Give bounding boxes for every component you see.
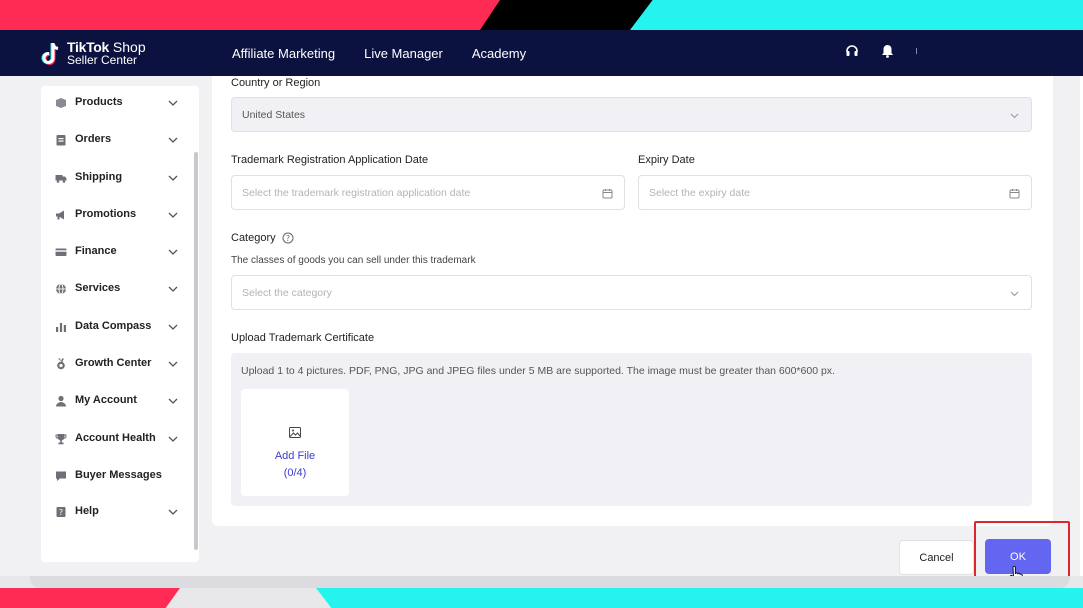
expiry-date-label: Expiry Date — [638, 154, 695, 166]
chevron-down-icon — [168, 137, 178, 143]
sidebar-item-label: Help — [75, 505, 99, 517]
window-bottom-edge — [30, 576, 1070, 588]
sidebar-item-label: Products — [75, 96, 123, 108]
help-circle-icon[interactable]: ? — [282, 232, 294, 244]
sidebar-item-shipping[interactable]: Shipping — [41, 166, 199, 190]
sidebar-item-growth-center[interactable]: Growth Center — [41, 352, 199, 376]
cancel-button[interactable]: Cancel — [899, 540, 974, 575]
upload-area: Upload 1 to 4 pictures. PDF, PNG, JPG an… — [231, 353, 1032, 506]
chevron-down-icon — [168, 509, 178, 515]
chevron-down-icon — [168, 324, 178, 330]
trophy-icon — [55, 434, 67, 445]
app-header: TikTok Shop Seller Center Affiliate Mark… — [0, 30, 1083, 76]
sidebar-item-label: Finance — [75, 245, 117, 257]
category-hint: The classes of goods you can sell under … — [231, 255, 476, 266]
logo-subtitle: Seller Center — [67, 53, 138, 67]
band-cyan-stripe — [316, 588, 1083, 608]
country-select[interactable]: United States — [231, 97, 1032, 132]
sidebar-item-label: My Account — [75, 394, 137, 406]
chevron-down-icon — [168, 249, 178, 255]
truck-icon — [55, 175, 67, 183]
sidebar-item-buyer-messages[interactable]: Buyer Messages — [41, 464, 199, 488]
sidebar-item-label: Data Compass — [75, 320, 152, 332]
expiry-date-picker[interactable]: Select the expiry date — [638, 175, 1032, 210]
sidebar-item-products[interactable]: Products — [41, 91, 199, 115]
chevron-down-icon — [168, 436, 178, 442]
nav-academy[interactable]: Academy — [472, 46, 526, 61]
nav-affiliate-marketing[interactable]: Affiliate Marketing — [232, 46, 335, 61]
sidebar-item-finance[interactable]: Finance — [41, 240, 199, 264]
registration-date-label: Trademark Registration Application Date — [231, 154, 429, 166]
chevron-down-icon — [1010, 291, 1019, 297]
sidebar: Products Orders Shipping Promotions Fina… — [41, 86, 199, 562]
category-select[interactable]: Select the category — [231, 275, 1032, 310]
sidebar-item-promotions[interactable]: Promotions — [41, 203, 199, 227]
svg-text:?: ? — [59, 508, 63, 517]
chevron-down-icon — [168, 175, 178, 181]
expiry-date-placeholder: Select the expiry date — [649, 187, 750, 199]
top-nav: Affiliate Marketing Live Manager Academy — [232, 30, 526, 76]
help-book-icon: ? — [56, 507, 66, 517]
svg-text:?: ? — [286, 234, 290, 243]
add-file-button[interactable]: Add File (0/4) — [241, 389, 349, 496]
chevron-down-icon — [1010, 113, 1019, 119]
category-placeholder: Select the category — [242, 287, 332, 299]
sidebar-item-label: Account Health — [75, 432, 156, 444]
headset-icon[interactable] — [845, 44, 859, 58]
chevron-down-icon — [168, 286, 178, 292]
sidebar-item-label: Services — [75, 282, 121, 294]
image-icon — [289, 427, 301, 438]
calendar-icon — [602, 189, 613, 199]
upload-certificate-label: Upload Trademark Certificate — [231, 332, 375, 344]
chevron-down-icon — [168, 212, 178, 218]
sidebar-item-help[interactable]: ? Help — [41, 500, 199, 524]
bottom-decorative-band — [0, 576, 1083, 608]
box-icon — [56, 98, 66, 108]
band-red-stripe — [0, 0, 500, 30]
upload-hint: Upload 1 to 4 pictures. PDF, PNG, JPG an… — [241, 365, 835, 377]
registration-date-picker[interactable]: Select the trademark registration applic… — [231, 175, 625, 210]
tiktok-note-icon — [41, 42, 59, 65]
sidebar-scrollbar[interactable] — [194, 152, 198, 550]
globe-icon — [56, 283, 66, 295]
chevron-down-icon — [168, 361, 178, 367]
bell-icon[interactable] — [881, 44, 894, 58]
header-separator — [916, 48, 917, 54]
sidebar-item-data-compass[interactable]: Data Compass — [41, 315, 199, 339]
sidebar-item-account-health[interactable]: Account Health — [41, 427, 199, 451]
sidebar-item-label: Promotions — [75, 208, 137, 220]
sidebar-item-label: Buyer Messages — [75, 469, 162, 481]
clipboard-icon — [56, 135, 66, 146]
card-icon — [55, 248, 67, 256]
sidebar-item-label: Shipping — [75, 171, 123, 183]
nav-live-manager[interactable]: Live Manager — [364, 46, 443, 61]
sidebar-item-label: Orders — [75, 133, 112, 145]
chevron-down-icon — [168, 100, 178, 106]
medal-icon — [57, 358, 65, 370]
registration-date-placeholder: Select the trademark registration applic… — [242, 187, 471, 199]
country-value: United States — [242, 109, 306, 121]
calendar-icon — [1009, 189, 1020, 199]
user-icon — [56, 395, 66, 407]
sidebar-item-orders[interactable]: Orders — [41, 128, 199, 152]
band-red-stripe — [0, 588, 180, 608]
sidebar-item-my-account[interactable]: My Account — [41, 389, 199, 413]
top-decorative-band — [0, 0, 1083, 30]
country-label: Country or Region — [231, 77, 321, 89]
logo[interactable]: TikTok Shop Seller Center — [40, 39, 150, 69]
band-cyan-stripe — [630, 0, 1083, 30]
header-icons — [845, 44, 917, 58]
megaphone-icon — [56, 210, 64, 220]
bar-chart-icon — [56, 323, 66, 332]
chat-icon — [56, 471, 66, 481]
sidebar-item-label: Growth Center — [75, 357, 152, 369]
category-label: Category — [231, 232, 276, 244]
chevron-down-icon — [168, 398, 178, 404]
sidebar-item-services[interactable]: Services — [41, 277, 199, 301]
file-count: (0/4) — [283, 467, 307, 479]
add-file-label: Add File — [274, 450, 316, 462]
